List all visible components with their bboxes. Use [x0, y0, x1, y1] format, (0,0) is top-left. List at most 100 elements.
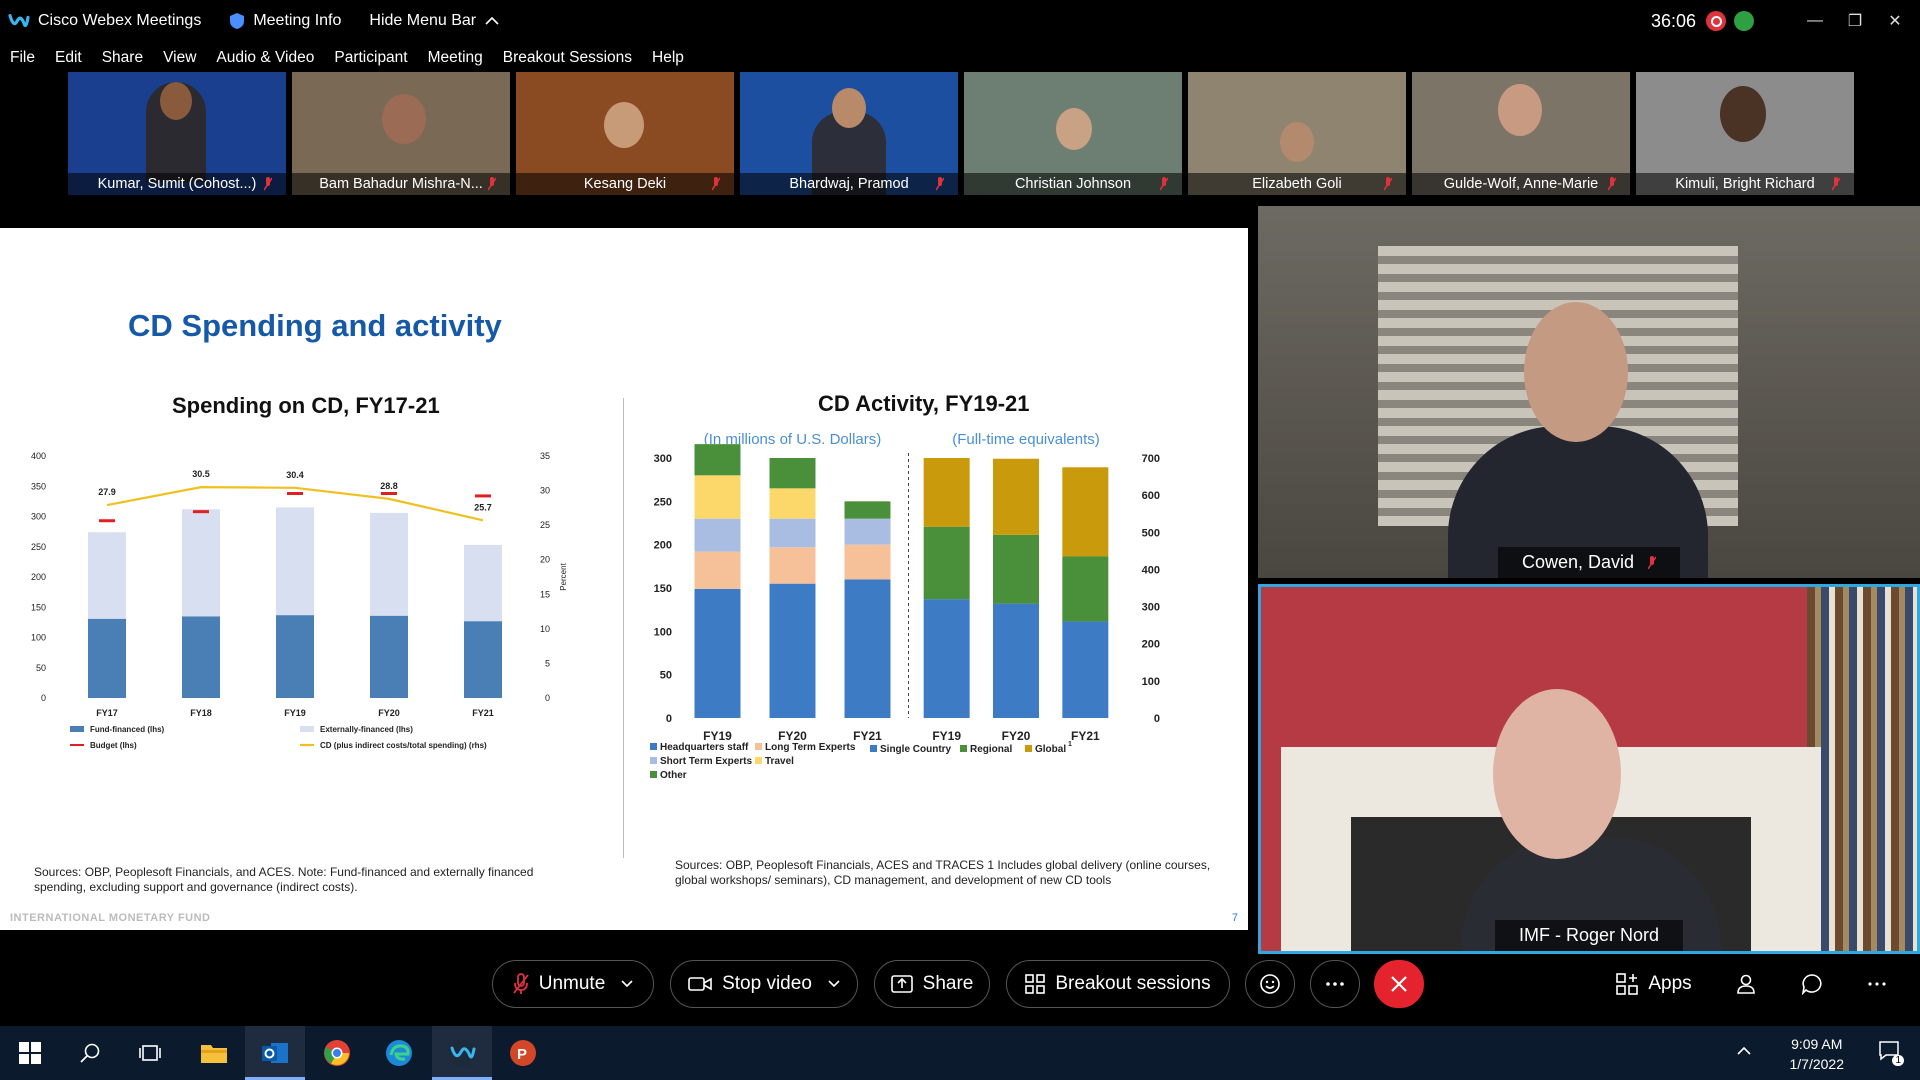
video-cowen[interactable]: Cowen, David — [1258, 206, 1920, 578]
menu-share[interactable]: Share — [102, 49, 143, 67]
legend-swatch — [960, 745, 967, 752]
participant-thumbnail[interactable]: Elizabeth Goli — [1188, 72, 1406, 195]
legend-label: Single Country — [880, 744, 952, 755]
hide-menu-bar-button[interactable]: Hide Menu Bar — [369, 12, 500, 30]
bar-externally-financed — [276, 507, 314, 616]
menu-meeting[interactable]: Meeting — [428, 49, 483, 67]
webex-taskbar-button[interactable] — [444, 1035, 480, 1071]
more-options-button[interactable] — [1310, 960, 1360, 1008]
bar-segment-spending — [844, 501, 891, 519]
search-icon — [80, 1043, 100, 1063]
bar-externally-financed — [370, 512, 408, 616]
meeting-info-button[interactable]: Meeting Info — [229, 12, 341, 30]
mic-muted-icon — [1384, 177, 1392, 191]
reactions-button[interactable] — [1245, 960, 1295, 1008]
restore-button[interactable]: ❐ — [1836, 11, 1874, 31]
recording-icon[interactable] — [1706, 11, 1726, 31]
edge-button[interactable] — [381, 1035, 417, 1071]
menu-edit[interactable]: Edit — [55, 49, 82, 67]
y-tick-label: 300 — [31, 512, 46, 522]
chevron-down-icon[interactable] — [621, 980, 633, 988]
unmute-label: Unmute — [538, 973, 606, 994]
x-tick-label: FY21 — [1071, 729, 1100, 743]
system-clock[interactable]: 9:09 AM 1/7/2022 — [1790, 1034, 1845, 1074]
legend-swatch — [755, 757, 762, 764]
apps-button[interactable]: Apps — [1604, 960, 1704, 1008]
app-title-text: Cisco Webex Meetings — [38, 12, 202, 29]
powerpoint-button[interactable]: P — [505, 1035, 541, 1071]
webex-icon — [449, 1040, 476, 1066]
x-tick-label: FY19 — [284, 708, 306, 718]
participant-name: Bam Bahadur Mishra-N... — [319, 176, 483, 192]
notification-count: 1 — [1892, 1055, 1904, 1066]
stop-video-button[interactable]: Stop video — [670, 960, 858, 1008]
legend-label: Budget (lhs) — [90, 741, 137, 750]
y-tick-label: 250 — [654, 496, 672, 508]
y-tick-label: 50 — [660, 670, 672, 682]
outlook-button[interactable] — [257, 1035, 293, 1071]
menu-participant[interactable]: Participant — [334, 49, 407, 67]
legend-label: Other — [660, 770, 687, 781]
name-label: Cowen, David — [1497, 547, 1681, 578]
start-button[interactable] — [12, 1035, 48, 1071]
minimize-button[interactable]: — — [1796, 12, 1834, 30]
more-panels-button[interactable] — [1852, 960, 1902, 1008]
search-button[interactable] — [72, 1035, 108, 1071]
mic-muted-icon — [712, 177, 720, 191]
unmute-button[interactable]: Unmute — [492, 960, 654, 1008]
bar-fund-financed — [464, 621, 502, 698]
x-tick-label: FY20 — [1002, 729, 1031, 743]
clock-time: 9:09 AM — [1791, 1036, 1843, 1052]
notifications-button[interactable]: 1 — [1878, 1040, 1904, 1066]
legend-swatch — [300, 726, 314, 732]
participant-thumbnail[interactable]: Kimuli, Bright Richard — [1636, 72, 1854, 195]
legend-label: Headquarters staff — [660, 742, 749, 753]
x-tick-label: FY17 — [96, 708, 118, 718]
person-icon — [1737, 974, 1755, 994]
y-tick-label: 250 — [31, 542, 46, 552]
file-explorer-button[interactable] — [196, 1035, 232, 1071]
participant-thumbnail[interactable]: Bam Bahadur Mishra-N... — [292, 72, 510, 195]
menu-view[interactable]: View — [163, 49, 196, 67]
x-tick-label: FY19 — [932, 729, 961, 743]
ellipsis-icon — [1326, 982, 1344, 986]
menu-help[interactable]: Help — [652, 49, 684, 67]
breakout-sessions-button[interactable]: Breakout sessions — [1006, 960, 1230, 1008]
bookshelf — [1807, 587, 1917, 951]
x-tick-label: FY21 — [472, 708, 494, 718]
participant-thumbnail[interactable]: Kumar, Sumit (Cohost...) — [68, 72, 286, 195]
y-tick-label: 200 — [31, 572, 46, 582]
menu-breakout-sessions[interactable]: Breakout Sessions — [503, 49, 632, 67]
participants-button[interactable] — [1722, 960, 1772, 1008]
chat-button[interactable] — [1787, 960, 1837, 1008]
menu-audio-video[interactable]: Audio & Video — [216, 49, 314, 67]
participant-thumbnail[interactable]: Christian Johnson — [964, 72, 1182, 195]
meeting-controls: Unmute Stop video Share Breakout session… — [0, 960, 1920, 1026]
name-label: IMF - Roger Nord — [1494, 920, 1684, 951]
share-button[interactable]: Share — [874, 960, 990, 1008]
chrome-button[interactable] — [319, 1035, 355, 1071]
speaker-head — [1493, 689, 1621, 859]
x-tick-label: FY20 — [378, 708, 400, 718]
participant-thumbnail[interactable]: Bhardwaj, Pramod — [740, 72, 958, 195]
participant-thumbnail[interactable]: Gulde-Wolf, Anne-Marie — [1412, 72, 1630, 195]
leave-meeting-button[interactable] — [1374, 960, 1424, 1008]
ellipsis-icon — [1868, 982, 1886, 986]
y2-tick-label: 500 — [1142, 527, 1160, 539]
connection-quality-icon[interactable] — [1734, 11, 1754, 31]
chevron-up-icon[interactable] — [1736, 1046, 1752, 1056]
shield-icon — [230, 13, 245, 29]
meeting-info-label: Meeting Info — [253, 12, 342, 29]
participant-name: Gulde-Wolf, Anne-Marie — [1443, 176, 1599, 192]
close-window-button[interactable]: ✕ — [1876, 11, 1914, 31]
chevron-down-icon[interactable] — [828, 980, 840, 988]
bar-segment-spending — [769, 518, 816, 548]
y2-axis-label: Percent — [559, 562, 568, 590]
participant-thumbnail[interactable]: Kesang Deki — [516, 72, 734, 195]
bar-segment-fte — [993, 603, 1039, 718]
bar-segment-spending — [694, 444, 741, 476]
video-roger-nord[interactable]: IMF - Roger Nord — [1258, 584, 1920, 954]
task-view-button[interactable] — [132, 1035, 168, 1071]
menu-file[interactable]: File — [10, 49, 35, 67]
bar-segment-spending — [769, 488, 816, 519]
